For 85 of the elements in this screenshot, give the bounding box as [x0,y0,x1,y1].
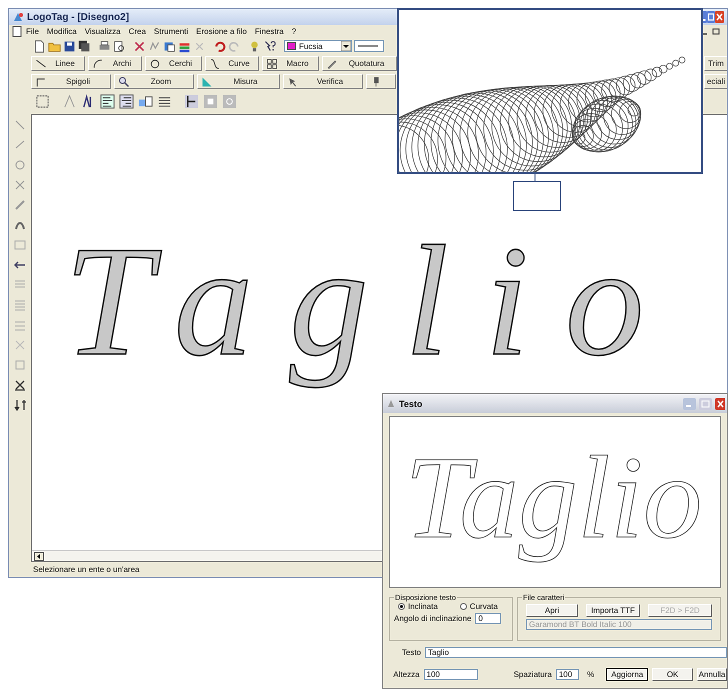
magnifier-frame [513,181,561,211]
order-icon[interactable] [138,94,153,108]
line-style-dropdown[interactable] [354,40,384,52]
dialog-button[interactable]: Aggiorna [606,668,648,681]
file-button[interactable]: Importa TTF [586,604,640,617]
curve-icon [209,58,221,70]
arrows-icon[interactable] [13,398,27,412]
save-icon[interactable] [63,40,76,52]
triangle-icon [201,76,213,88]
menu-item[interactable]: Crea [124,27,150,36]
tool-button[interactable]: Trim [704,56,727,71]
color-swatch [287,42,296,50]
input-field[interactable]: 100 [556,669,580,680]
maximize-icon[interactable] [707,11,715,23]
zoom-icon [118,76,130,88]
tool-button[interactable]: Quotatura [322,56,397,71]
cut-icon[interactable] [133,40,146,52]
radio-button[interactable] [398,603,405,610]
help-icon[interactable] [263,40,276,52]
field-label: Altezza [392,670,420,679]
radio-label: Curvata [470,602,498,611]
circle-icon [149,58,161,70]
tool-button[interactable]: Misura [197,74,280,89]
menu-item[interactable]: Erosione a filo [192,27,251,36]
tool-button[interactable]: Macro [262,56,319,71]
dialog-button[interactable]: Annulla [696,668,727,681]
menu-item[interactable]: Modifica [42,27,81,36]
arc-icon [92,58,104,70]
radio-option[interactable]: Inclinata [398,602,438,611]
menu-item[interactable]: Visualizza [80,27,125,36]
field-label: Angolo di inclinazione [394,614,472,623]
radio-button[interactable] [460,603,467,610]
tool-button[interactable]: Cerchi [145,56,202,71]
tool-button[interactable]: Zoom [114,74,194,89]
grid-icon [266,58,278,70]
tool-button[interactable]: Spigoli [31,74,111,89]
tool-button[interactable] [366,74,396,89]
dropdown-arrow-icon[interactable] [341,41,351,51]
new-document-icon[interactable] [33,40,46,52]
align-left-icon[interactable] [100,94,115,108]
tool-button[interactable]: Curve [205,56,259,71]
field-label: Testo [400,648,421,657]
cross-icon[interactable] [13,378,27,392]
paste-icon[interactable] [163,40,176,52]
window-title: LogoTag - [Disegno2] [27,12,130,22]
tool-button[interactable]: Archi [88,56,142,71]
menu-item[interactable]: ? [288,27,300,36]
color-dropdown[interactable]: Fucsia [284,40,352,52]
menu-item[interactable]: Strumenti [150,27,192,36]
status-text: Selezionare un ente o un'area [33,565,140,574]
select-rectangle-icon[interactable] [35,94,50,108]
radio-label: Inclinata [408,602,438,611]
dialog-title: Testo [399,398,422,408]
print-preview-icon[interactable] [113,40,126,52]
menu-item[interactable]: Finestra [250,27,288,36]
pointer-icon [287,76,299,88]
unit-label: % [587,670,594,679]
close-icon[interactable] [715,398,725,410]
outlined-text: Taglio [404,432,704,564]
printer-icon[interactable] [98,40,111,52]
tool-button[interactable]: Verifica [283,74,363,89]
outlined-text: Taglio [63,214,682,391]
input-field[interactable]: 100 [424,669,478,680]
node-icon[interactable] [62,94,77,108]
align-right-icon[interactable] [119,94,134,108]
pencil-icon [326,58,338,70]
tool-button[interactable]: Linee [31,56,85,71]
dialog-button[interactable]: OK [652,668,693,681]
field-label: Spaziatura [514,670,552,679]
corner-icon [35,76,47,88]
undo-icon[interactable] [213,40,226,52]
app-logo-icon [387,399,396,408]
app-logo-icon [12,11,24,23]
input-field[interactable]: 0 [475,613,502,624]
radio-option[interactable]: Curvata [460,602,498,611]
tool-button[interactable]: eciali [704,74,727,89]
save-all-icon[interactable] [78,40,91,52]
font-file-field: Garamond BT Bold Italic 100 [526,619,712,630]
input-field[interactable]: Taglio [425,647,727,658]
line-icon [35,58,47,70]
close-icon[interactable] [715,11,724,23]
menu-item[interactable]: File [22,27,43,36]
file-button[interactable]: Apri [526,604,578,617]
scroll-left-button[interactable] [34,552,44,560]
document-icon[interactable] [12,26,22,37]
